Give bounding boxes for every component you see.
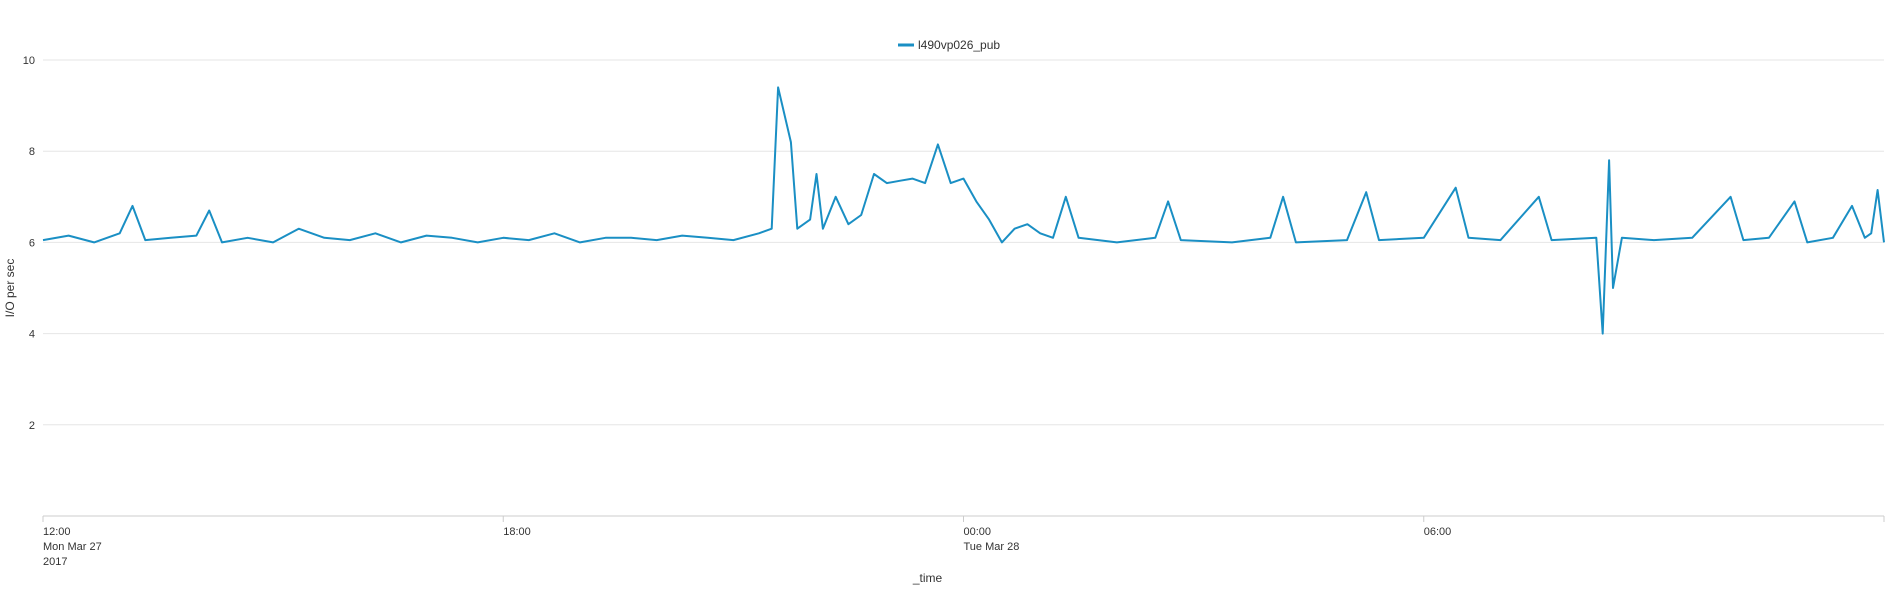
x-tick-label: 2017 xyxy=(43,556,67,568)
legend-label-l490vp026_pub: l490vp026_pub xyxy=(918,38,1000,52)
chart-container: 2 4 6 8 10 12:00 Mon Mar 27 2017 18:00 00:00 Tue … xyxy=(0,0,1894,597)
x-axis-title: _time xyxy=(912,571,943,585)
y-tick-label: 2 xyxy=(29,420,35,432)
legend[interactable]: l490vp026_pub xyxy=(898,38,1000,52)
x-tick-label: 00:00 xyxy=(964,526,992,538)
x-tick-label: Mon Mar 27 xyxy=(43,541,102,553)
x-tick-label: 12:00 xyxy=(43,526,71,538)
y-tick-label: 4 xyxy=(29,329,35,341)
y-tick-label: 6 xyxy=(29,237,35,249)
x-tick-label: 06:00 xyxy=(1424,526,1452,538)
x-tick-label: 18:00 xyxy=(503,526,531,538)
y-tick-label: 8 xyxy=(29,146,35,158)
y-tick-label: 10 xyxy=(23,55,35,67)
series-layer xyxy=(42,86,1885,335)
y-axis-title: I/O per sec xyxy=(3,259,17,318)
x-tick-label: Tue Mar 28 xyxy=(964,541,1020,553)
y-axis-ticks: 2 4 6 8 10 xyxy=(23,55,35,432)
x-axis-ticks: 12:00 Mon Mar 27 2017 18:00 00:00 Tue Mar 28 0… xyxy=(42,516,1885,568)
grid-layer xyxy=(43,59,1884,426)
chart-svg: 2 4 6 8 10 12:00 Mon Mar 27 2017 18:00 00:00 Tue … xyxy=(3,38,1885,585)
series-line-l490vp026_pub[interactable] xyxy=(42,86,1885,335)
